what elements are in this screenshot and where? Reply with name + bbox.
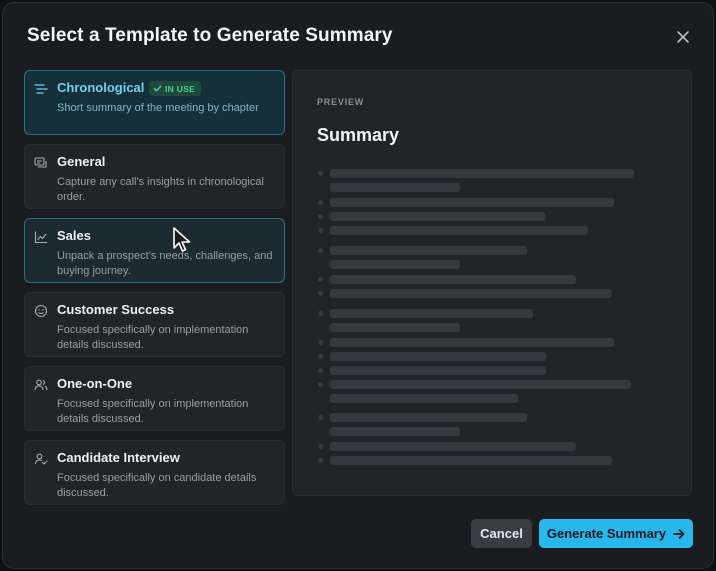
template-name: One-on-One <box>57 376 133 391</box>
chart-line-icon <box>34 231 47 244</box>
generate-label: Generate Summary <box>546 526 667 541</box>
skeleton-bullet <box>318 458 323 463</box>
in-use-badge: IN USE <box>149 81 202 96</box>
skeleton-line <box>330 260 460 269</box>
skeleton-line <box>330 323 460 332</box>
template-card-general[interactable]: General Capture any call's insights in c… <box>24 144 285 209</box>
skeleton-bullet <box>318 311 323 316</box>
template-card-candidate-interview[interactable]: Candidate Interview Focused specifically… <box>24 440 285 505</box>
template-name: Chronological <box>57 80 145 95</box>
close-icon <box>677 31 689 43</box>
template-name: Candidate Interview <box>57 450 180 465</box>
skeleton-bullet <box>318 354 323 359</box>
skeleton-bullet <box>318 340 323 345</box>
cancel-button[interactable]: Cancel <box>471 519 532 548</box>
summary-preview: PREVIEW Summary <box>292 70 692 496</box>
skeleton-line <box>330 183 460 192</box>
template-description: Unpack a prospect's needs, challenges, a… <box>57 250 273 277</box>
template-description: Capture any call's insights in chronolog… <box>57 176 264 203</box>
check-icon <box>153 85 162 92</box>
skeleton-line <box>330 394 518 403</box>
skeleton-bullet <box>318 277 323 282</box>
chat-bubbles-icon <box>34 157 47 168</box>
skeleton-bullet <box>318 171 323 176</box>
template-card-chronological[interactable]: Chronological IN USE Short summary of th… <box>24 70 285 135</box>
skeleton-line <box>330 338 614 347</box>
skeleton-bullet <box>318 228 323 233</box>
badge-label: IN USE <box>165 83 196 94</box>
template-name: General <box>57 154 106 169</box>
skeleton-bullet <box>318 368 323 373</box>
skeleton-bullet <box>318 444 323 449</box>
skeleton-line <box>330 366 546 375</box>
skeleton-line <box>330 456 612 465</box>
skeleton-line <box>330 309 533 318</box>
skeleton-bullet <box>318 248 323 253</box>
template-name: Sales <box>57 228 91 243</box>
template-description: Short summary of the meeting by chapter <box>57 102 259 114</box>
template-list: Chronological IN USE Short summary of th… <box>24 70 286 514</box>
template-description: Focused specifically on implementation d… <box>57 398 249 425</box>
preview-title: Summary <box>317 125 400 145</box>
skeleton-line <box>330 275 576 284</box>
skeleton-line <box>330 246 527 255</box>
skeleton-bullet <box>318 382 323 387</box>
skeleton-line <box>330 198 614 207</box>
template-description: Focused specifically on candidate detail… <box>57 472 257 499</box>
skeleton-line <box>330 289 612 298</box>
skeleton-line <box>330 169 634 178</box>
template-description: Focused specifically on implementation d… <box>57 324 249 351</box>
template-card-one-on-one[interactable]: One-on-One Focused specifically on imple… <box>24 366 285 431</box>
preview-label: PREVIEW <box>317 97 365 107</box>
close-button[interactable] <box>673 27 693 47</box>
skeleton-line <box>330 226 588 235</box>
arrow-right-icon <box>673 528 685 539</box>
skeleton-line <box>330 413 527 422</box>
skeleton-bullet <box>318 291 323 296</box>
template-dialog: Select a Template to Generate Summary Ch… <box>2 2 714 569</box>
template-card-sales[interactable]: Sales Unpack a prospect's needs, challen… <box>24 218 285 283</box>
smiley-icon <box>34 304 48 318</box>
template-card-customer-success[interactable]: Customer Success Focused specifically on… <box>24 292 285 357</box>
template-name: Customer Success <box>57 302 175 317</box>
skeleton-line <box>330 352 546 361</box>
skeleton-line <box>330 427 460 436</box>
generate-summary-button[interactable]: Generate Summary <box>539 519 693 548</box>
dialog-title: Select a Template to Generate Summary <box>27 25 393 46</box>
users-icon <box>34 379 48 391</box>
list-lines-icon <box>34 84 48 94</box>
skeleton-bullet <box>318 214 323 219</box>
skeleton-line <box>330 212 546 221</box>
skeleton-line <box>330 380 631 389</box>
skeleton-bullet <box>318 415 323 420</box>
skeleton-line <box>330 442 576 451</box>
skeleton-bullet <box>318 200 323 205</box>
user-check-icon <box>34 453 48 465</box>
